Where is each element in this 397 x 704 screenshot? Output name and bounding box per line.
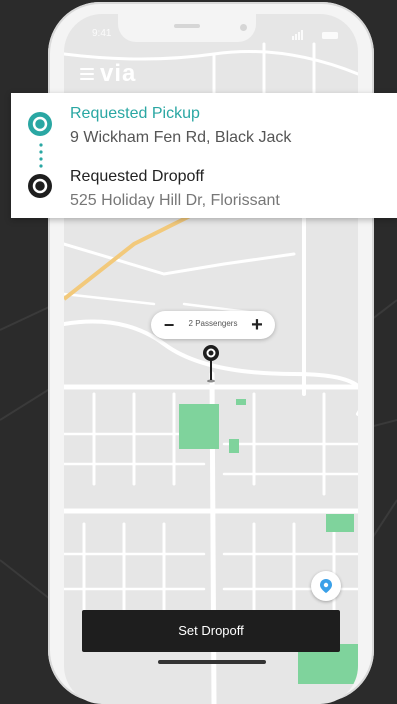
dropoff-pin-icon	[28, 174, 52, 198]
locate-me-button[interactable]	[311, 571, 341, 601]
pickup-label[interactable]: Requested Pickup	[70, 105, 200, 123]
status-time: 9:41	[92, 28, 112, 39]
route-connector	[39, 143, 43, 168]
decrease-passengers-button[interactable]: −	[161, 315, 177, 335]
device-notch	[118, 14, 256, 42]
status-icons	[292, 30, 338, 40]
passenger-count: 2 Passengers	[188, 319, 238, 328]
increase-passengers-button[interactable]: +	[249, 315, 265, 335]
front-camera	[240, 24, 247, 31]
pickup-pin-icon	[28, 112, 52, 136]
via-logo: via	[100, 60, 137, 87]
set-dropoff-button[interactable]: Set Dropoff	[82, 610, 340, 652]
dropoff-address[interactable]: 525 Holiday Hill Dr, Florissant	[70, 192, 280, 210]
menu-icon[interactable]	[80, 68, 94, 80]
map-pin-icon[interactable]	[201, 343, 221, 385]
speaker-grille	[174, 24, 200, 28]
pickup-address[interactable]: 9 Wickham Fen Rd, Black Jack	[70, 129, 291, 147]
dropoff-label[interactable]: Requested Dropoff	[70, 168, 204, 186]
home-indicator	[158, 660, 266, 664]
app-header: via	[80, 60, 136, 88]
passenger-selector: − 2 Passengers +	[151, 311, 275, 339]
location-icon	[320, 579, 332, 593]
